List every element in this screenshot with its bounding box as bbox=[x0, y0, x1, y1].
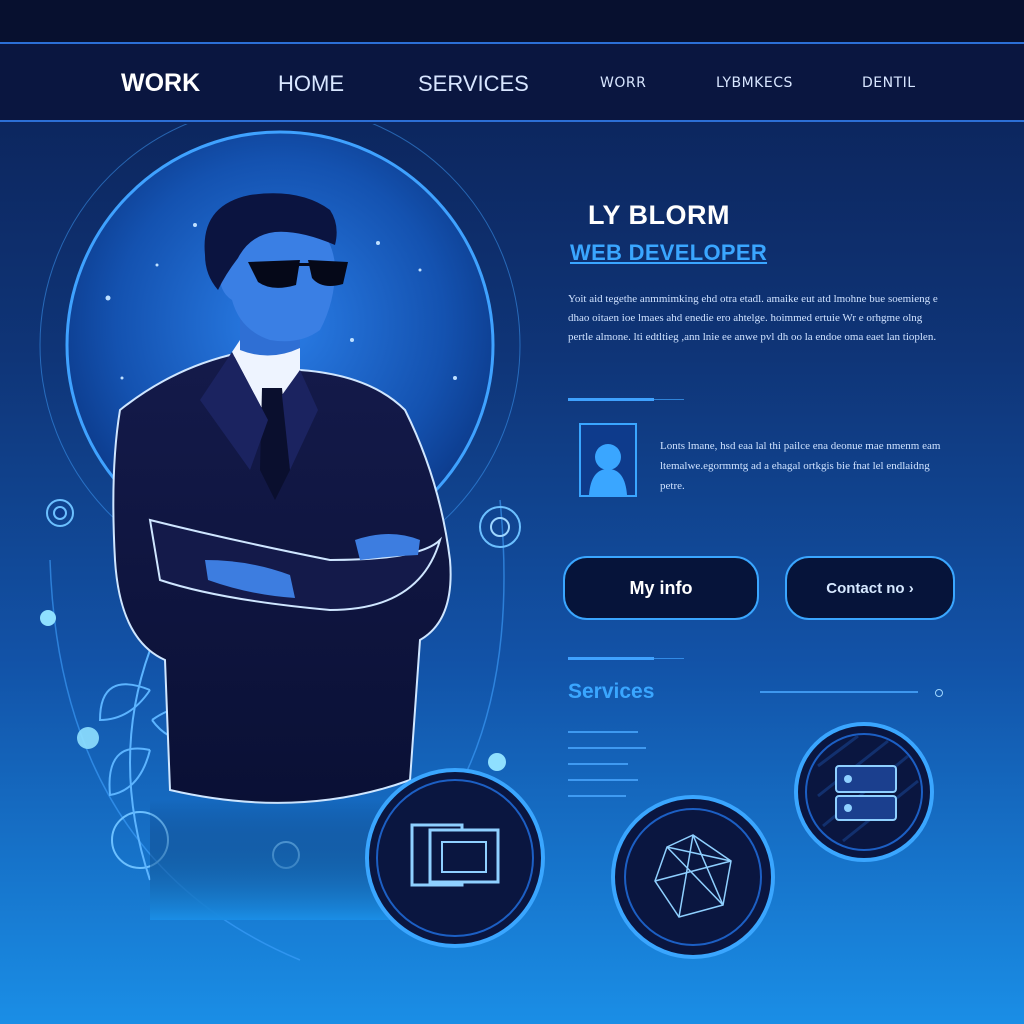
services-list-line bbox=[568, 795, 626, 797]
nav-item-lybmkecs[interactable]: LYBMKECS bbox=[716, 75, 793, 91]
my-info-button[interactable]: My info bbox=[563, 556, 759, 620]
nav-item-services[interactable]: SERVICES bbox=[418, 71, 529, 97]
top-band bbox=[0, 0, 1024, 42]
hero-illustration bbox=[39, 124, 545, 961]
services-list-line bbox=[568, 747, 646, 749]
service-icon-cards[interactable] bbox=[794, 722, 934, 862]
nav-item-dentil[interactable]: DENTIL bbox=[862, 75, 916, 91]
services-list-line bbox=[568, 731, 638, 733]
services-list-line bbox=[568, 779, 638, 781]
profile-name: LY BLORM bbox=[588, 200, 731, 230]
nav-item-worr[interactable]: WORR bbox=[600, 75, 646, 91]
services-list-line bbox=[568, 763, 628, 765]
top-navbar: WORK HOME SERVICES WORR LYBMKECS DENTIL bbox=[0, 42, 1024, 122]
divider-accent bbox=[568, 398, 654, 401]
divider-thin bbox=[654, 399, 684, 400]
services-rule bbox=[760, 691, 918, 693]
divider-services-thin bbox=[654, 658, 684, 659]
services-rule-dot bbox=[935, 689, 943, 697]
profile-bio: Yoit aid tegethe anmmimking ehd otra eta… bbox=[568, 293, 938, 343]
profile-thumbnail bbox=[579, 423, 637, 497]
nav-item-work[interactable]: WORK bbox=[121, 69, 200, 98]
service-icon-pages bbox=[365, 768, 545, 948]
divider-services bbox=[568, 657, 654, 660]
profile-role: WEB DEVELOPER bbox=[570, 240, 768, 265]
avatar-icon bbox=[581, 425, 635, 495]
contact-button[interactable]: Contact no › bbox=[785, 556, 955, 620]
nav-item-home[interactable]: HOME bbox=[278, 71, 344, 97]
service-icon-geometry[interactable] bbox=[611, 795, 775, 959]
services-heading: Services bbox=[568, 680, 655, 703]
profile-card-text: Lonts lmane, hsd eaa lal thi pailce ena … bbox=[660, 440, 941, 492]
